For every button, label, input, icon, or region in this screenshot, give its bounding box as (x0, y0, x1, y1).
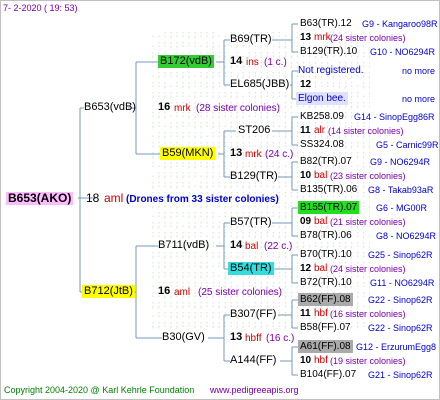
gen4-bottom-id: B129(TR).10 (300, 46, 358, 57)
gen2-b-id: B59(MKN) (160, 147, 216, 160)
sire-note: (28 sister colonies) (196, 103, 280, 114)
gen2-a-note: (1 c.) (264, 57, 287, 68)
gen4-bottom-ref: G8 - NO6294R (376, 231, 437, 241)
gen4-bottom-ref: G8 - Takab93aR (368, 185, 434, 195)
copyright: Copyright 2004-2020 @ Karl Kehrle Founda… (4, 385, 195, 395)
gen4-top-id: A61(FF).08 (298, 340, 353, 353)
gen3-id: A144(FF) (230, 354, 277, 366)
gen4-top-id: B70(TR).10 (300, 249, 352, 260)
dam-note: (25 sister colonies) (198, 287, 282, 298)
gen2-b-note: (24 c.) (265, 149, 294, 160)
gen2-a-mark: ins (246, 57, 259, 68)
gen4-note: (21 sister colonies) (330, 217, 406, 227)
gen4-note: (16 sister colonies) (330, 309, 406, 319)
gen4-bottom-ref: G5 - Carnic99R (376, 140, 439, 150)
gen2-b-count: 13 (230, 147, 243, 159)
gen4-top-id: B82(TR).07 (300, 156, 352, 167)
gen4-bottom-id: B72(TR).10 (300, 277, 352, 288)
gen4-bottom-id: B58(FF).07 (300, 322, 351, 333)
gen3-id: B57(TR) (230, 216, 272, 228)
gen4-mark: alr (314, 125, 326, 136)
gen4-top-ref: G9 - Kangaroo98R (362, 19, 438, 29)
gen4-top-ref: G22 - Sinop62R (368, 295, 433, 305)
gen4-count: 10 (300, 355, 312, 366)
gen4-top-ref: G9 - NO6294R (370, 157, 431, 167)
gen4-count: 12 (300, 263, 312, 274)
gen4-bottom-ref: G10 - NO6294R (370, 47, 436, 57)
gen4-top-id: Not registered. (298, 65, 364, 76)
gen2-c-count: 14 (230, 239, 243, 251)
gen4-mark: bal (314, 263, 328, 274)
gen2-d-note: (16 c.) (266, 333, 295, 344)
gen4-top-id: B62(FF).08 (298, 293, 353, 306)
gen4-top-ref: G12 - ErzurumEgg8 (356, 342, 437, 352)
gen4-mark: mrk (314, 32, 331, 43)
gen4-bottom-id: SS324.08 (300, 139, 344, 150)
gen2-b-mark: mrk (245, 149, 262, 160)
gen4-note: (24 sister colonies) (330, 264, 406, 274)
gen4-mark: hbf (314, 355, 328, 366)
gen4-bottom-ref: G22 - Sinop62R (368, 323, 433, 333)
root-count: 18 (86, 191, 100, 205)
gen2-c-id: B711(vdB) (158, 239, 210, 251)
gen2-a-count: 14 (230, 55, 243, 67)
gen4-note: (19 sister colonies) (330, 356, 406, 366)
gen4-bottom-id: B78(TR).06 (300, 230, 352, 241)
gen4-bottom-ref: G11 - NO6294R (370, 278, 435, 288)
gen4-mark: bal (314, 216, 328, 227)
gen4-top-ref: G6 - MG00R (376, 203, 428, 213)
gen3-id: B69(TR) (230, 33, 272, 45)
root-queen-id: B653(AKO) (6, 191, 74, 205)
gen4-top-id: B155(TR).07 (298, 201, 360, 214)
gen4-top-ref: G25 - Sinop62R (368, 250, 433, 260)
sire-id: B653(vdB) (84, 101, 136, 113)
gen3-id: EL685(JBB) (230, 78, 290, 90)
gen2-c-note: (22 c.) (264, 241, 293, 252)
sire-count: 16 (158, 101, 171, 113)
root-mark: aml (104, 191, 124, 205)
gen4-top-ref: no more (402, 66, 436, 76)
gen4-bottom-ref: G21 - Sinop62R (368, 370, 433, 380)
gen4-bottom-id: Elgon bee. (296, 92, 348, 105)
gen3-id: B307(FF) (230, 308, 277, 320)
gen4-count: 12 (300, 79, 312, 90)
dam-count: 16 (158, 285, 171, 297)
gen2-d-count: 13 (230, 331, 243, 343)
gen4-count: 09 (300, 216, 312, 227)
dam-id: B712(JtB) (82, 285, 135, 298)
gen4-count: 13 (300, 32, 312, 43)
gen4-count: 10 (300, 170, 312, 181)
website-link[interactable]: www.pedigreeapis.org (210, 384, 299, 397)
generated-date: 7- 2-2020 ( 19: 53) (3, 3, 78, 13)
gen4-note: (14 sister colonies) (328, 126, 404, 136)
gen2-a-id: B172(vdB) (158, 55, 214, 68)
dam-mark: aml (174, 287, 191, 298)
gen4-count: 11 (300, 125, 311, 136)
gen4-count: 11 (300, 308, 311, 319)
gen4-note: (24 sister colonies) (330, 33, 406, 43)
gen4-top-id: KB258.09 (300, 111, 344, 122)
sire-mark: mrk (174, 103, 191, 114)
gen4-bottom-id: B135(TR).06 (300, 184, 358, 195)
gen3-id: ST206 (238, 124, 271, 136)
gen4-top-ref: G14 - SinopEgg86R (354, 112, 435, 122)
gen2-c-mark: bal (245, 241, 259, 252)
gen4-mark: bal (314, 170, 328, 181)
gen2-d-id: B30(GV) (162, 331, 205, 343)
gen3-id: B129(TR) (230, 170, 278, 182)
gen3-id: B54(TR) (228, 262, 274, 275)
gen4-top-id: B63(TR).12 (300, 18, 352, 29)
root-note: (Drones from 33 sister colonies) (126, 194, 279, 205)
gen4-mark: hbf (314, 308, 328, 319)
gen4-bottom-ref: no more (402, 94, 436, 104)
gen4-bottom-id: B104(FF).07 (300, 369, 357, 380)
gen2-d-mark: hbff (245, 333, 262, 344)
gen4-note: (23 sister colonies) (330, 171, 406, 181)
